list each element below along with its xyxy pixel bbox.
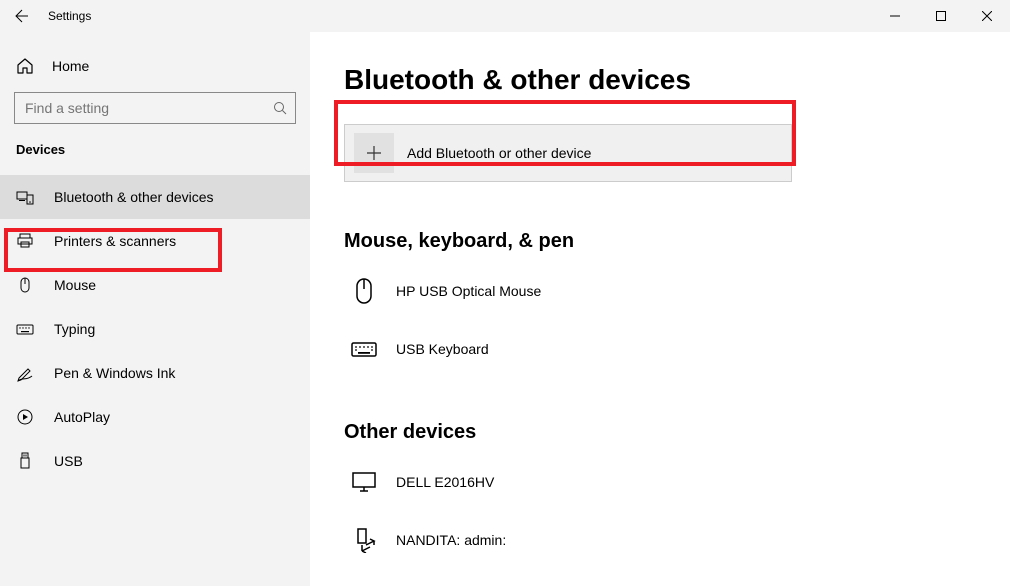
keyboard-icon xyxy=(350,340,378,358)
sidebar-item-mouse[interactable]: Mouse xyxy=(0,263,310,307)
home-button[interactable]: Home xyxy=(0,46,310,86)
search-input[interactable] xyxy=(15,93,261,123)
mouse-icon xyxy=(350,277,378,305)
device-row[interactable]: DELL E2016HV xyxy=(344,458,1010,506)
search-wrap xyxy=(0,92,310,124)
page-title: Bluetooth & other devices xyxy=(344,64,1010,96)
close-button[interactable] xyxy=(964,0,1010,32)
section-title-other: Other devices xyxy=(344,421,1010,444)
sidebar-item-label: Printers & scanners xyxy=(54,233,176,249)
section-title-input: Mouse, keyboard, & pen xyxy=(344,230,1010,253)
sidebar: Home Devices Bluetooth & other devices P… xyxy=(0,32,310,586)
sidebar-item-label: Mouse xyxy=(54,277,96,293)
device-label: DELL E2016HV xyxy=(396,474,494,490)
minimize-icon xyxy=(890,11,900,21)
add-device-label: Add Bluetooth or other device xyxy=(407,145,591,161)
bluetooth-devices-icon xyxy=(16,188,34,206)
device-row[interactable]: USB Keyboard xyxy=(344,325,1010,373)
plus-icon xyxy=(354,133,394,173)
sidebar-item-pen[interactable]: Pen & Windows Ink xyxy=(0,351,310,395)
sidebar-item-autoplay[interactable]: AutoPlay xyxy=(0,395,310,439)
maximize-button[interactable] xyxy=(918,0,964,32)
sidebar-item-label: Typing xyxy=(54,321,95,337)
search-box[interactable] xyxy=(14,92,296,124)
mouse-icon xyxy=(16,276,34,294)
autoplay-icon xyxy=(16,408,34,426)
usb-icon xyxy=(16,452,34,470)
window-controls xyxy=(872,0,1010,32)
home-label: Home xyxy=(52,58,89,74)
sidebar-group-title: Devices xyxy=(0,142,310,157)
sidebar-item-label: USB xyxy=(54,453,83,469)
sidebar-item-label: AutoPlay xyxy=(54,409,110,425)
back-button[interactable] xyxy=(0,0,44,32)
home-icon xyxy=(16,57,34,75)
content-area: Home Devices Bluetooth & other devices P… xyxy=(0,32,1010,586)
titlebar: Settings xyxy=(0,0,1010,32)
printer-icon xyxy=(16,232,34,250)
device-generic-icon xyxy=(350,527,378,553)
device-label: NANDITA: admin: xyxy=(396,532,506,548)
device-label: USB Keyboard xyxy=(396,341,489,357)
minimize-button[interactable] xyxy=(872,0,918,32)
maximize-icon xyxy=(936,11,946,21)
sidebar-item-usb[interactable]: USB xyxy=(0,439,310,483)
device-row[interactable]: HP USB Optical Mouse xyxy=(344,267,1010,315)
back-arrow-icon xyxy=(14,8,30,24)
keyboard-icon xyxy=(16,320,34,338)
window-title: Settings xyxy=(48,9,91,23)
device-label: HP USB Optical Mouse xyxy=(396,283,541,299)
add-device-button[interactable]: Add Bluetooth or other device xyxy=(344,124,792,182)
sidebar-item-label: Bluetooth & other devices xyxy=(54,189,214,205)
device-row[interactable]: NANDITA: admin: xyxy=(344,516,1010,564)
sidebar-item-typing[interactable]: Typing xyxy=(0,307,310,351)
sidebar-item-bluetooth[interactable]: Bluetooth & other devices xyxy=(0,175,310,219)
monitor-icon xyxy=(350,471,378,493)
close-icon xyxy=(982,11,992,21)
main-panel: Bluetooth & other devices Add Bluetooth … xyxy=(310,32,1010,586)
sidebar-item-printers[interactable]: Printers & scanners xyxy=(0,219,310,263)
sidebar-item-label: Pen & Windows Ink xyxy=(54,365,175,381)
pen-icon xyxy=(16,364,34,382)
search-icon xyxy=(273,101,287,115)
